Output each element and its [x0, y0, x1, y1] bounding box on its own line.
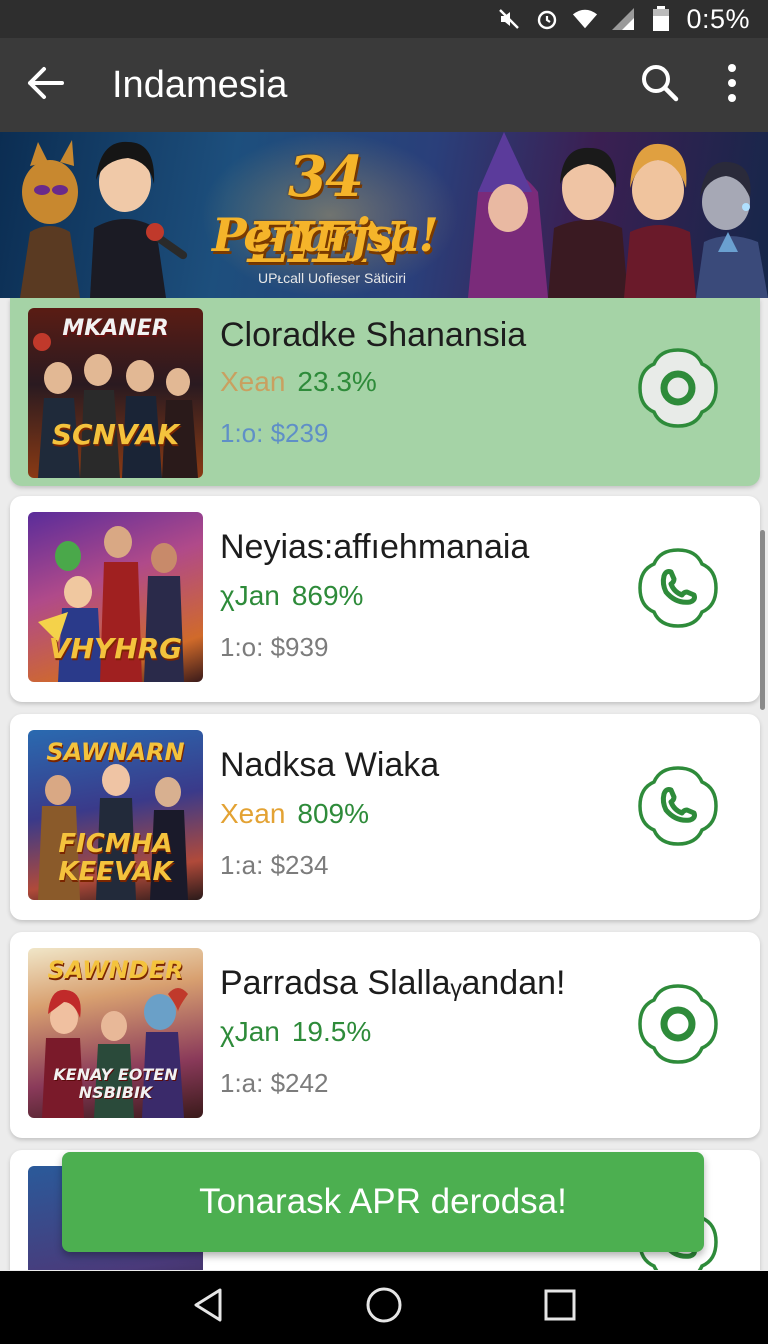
status-text: 0:5% [686, 3, 750, 34]
list-item[interactable]: MKANER SCNVAK Cloradke Shanansia Xean 23.… [10, 298, 760, 486]
item-price: 1:o: $239 [220, 418, 329, 448]
item-title: Nadksa Wiaka [220, 746, 440, 784]
nav-back-icon [192, 1287, 224, 1328]
item-thumbnail: SAWNARN FICMHA KEEVAK [28, 730, 203, 900]
call-button[interactable] [636, 764, 720, 853]
rate-value: 869% [291, 580, 364, 611]
app-bar: Indamesia [0, 38, 768, 132]
alarm-icon [534, 6, 560, 32]
rate-value: 809% [297, 798, 370, 829]
navigation-bar [0, 1271, 768, 1344]
nav-back-button[interactable] [178, 1278, 238, 1338]
more-options-button[interactable] [696, 38, 768, 132]
phone-icon [636, 764, 720, 853]
back-button[interactable] [0, 38, 92, 132]
item-title: Parradsa Slallaᵧandan! [220, 964, 566, 1002]
rate-label: χJan [220, 1016, 280, 1047]
play-button[interactable] [636, 982, 720, 1071]
list-item[interactable]: VHYHRG Neyias:affıehmanaia χJan 869% 1:o:… [10, 496, 760, 702]
thumbnail-title-bottom: SCNVAK [51, 418, 180, 451]
item-title: Neyias:affıehmanaia [220, 528, 530, 566]
promo-banner[interactable]: 34 EIEN Penarjsa! UPᴌcall Uofieser Sätic… [0, 132, 768, 298]
phone-icon [636, 546, 720, 635]
thumbnail-title-bottom: FICMHA KEEVAK [58, 829, 173, 887]
battery-icon [648, 6, 674, 32]
nav-home-icon [365, 1286, 403, 1329]
nav-home-button[interactable] [354, 1278, 414, 1338]
banner-headline-2: Penarjsa! [212, 208, 439, 262]
page-title: Indamesia [112, 63, 288, 106]
search-button[interactable] [624, 38, 696, 132]
nav-recents-button[interactable] [530, 1278, 590, 1338]
wifi-icon [572, 6, 598, 32]
rate-value: 23.3% [297, 366, 377, 397]
status-bar: 0:5% [0, 0, 768, 38]
signal-icon [610, 6, 636, 32]
item-title: Cloradke Shanansia [220, 316, 527, 354]
scrollbar[interactable] [760, 530, 765, 710]
banner-character-left [20, 140, 188, 298]
search-icon [640, 63, 680, 108]
call-button[interactable] [636, 546, 720, 635]
thumbnail-title-top: MKANER [62, 316, 169, 341]
rate-label: χJan [220, 580, 280, 611]
play-button[interactable] [636, 346, 720, 435]
item-thumbnail: MKANER SCNVAK [28, 308, 203, 478]
nav-recents-icon [543, 1288, 577, 1327]
item-rate: Xean 809% [220, 798, 369, 830]
mute-icon [496, 6, 522, 32]
more-vert-icon [726, 63, 738, 108]
thumbnail-title: VHYHRG [48, 632, 183, 665]
item-price: 1:a: $242 [220, 1068, 329, 1098]
item-thumbnail: VHYHRG [28, 512, 203, 682]
game-list[interactable]: MKANER SCNVAK Cloradke Shanansia Xean 23.… [0, 298, 768, 1270]
item-rate: Xean 23.3% [220, 366, 377, 398]
arrow-left-icon [26, 65, 66, 106]
list-item[interactable]: SAWNARN FICMHA KEEVAK Nadksa Wiaka Xean 8… [10, 714, 760, 920]
toast-message[interactable]: Tonarask APR derodsa! [62, 1152, 704, 1252]
item-price: 1:a: $234 [220, 850, 329, 880]
item-price: 1:o: $939 [220, 632, 329, 662]
item-thumbnail: SAWNDER KENAY EOTEN NSBIBIK [28, 948, 203, 1118]
thumbnail-title-top: SAWNDER [47, 956, 184, 984]
record-icon [636, 982, 720, 1071]
banner-character-group-right [468, 132, 768, 298]
rate-label: Xean [220, 366, 286, 397]
item-rate: χJan 19.5% [220, 1016, 371, 1048]
rate-label: Xean [220, 798, 286, 829]
thumbnail-title-top: SAWNARN [46, 738, 185, 766]
thumbnail-title-bottom: KENAY EOTEN NSBIBIK [53, 1065, 178, 1102]
rate-value: 19.5% [291, 1016, 372, 1047]
banner-subtitle: UPᴌcall Uofieser Säticiri [258, 270, 406, 286]
list-item[interactable]: SAWNDER KENAY EOTEN NSBIBIK Parradsa Sla… [10, 932, 760, 1138]
record-icon [636, 346, 720, 435]
item-rate: χJan 869% [220, 580, 363, 612]
